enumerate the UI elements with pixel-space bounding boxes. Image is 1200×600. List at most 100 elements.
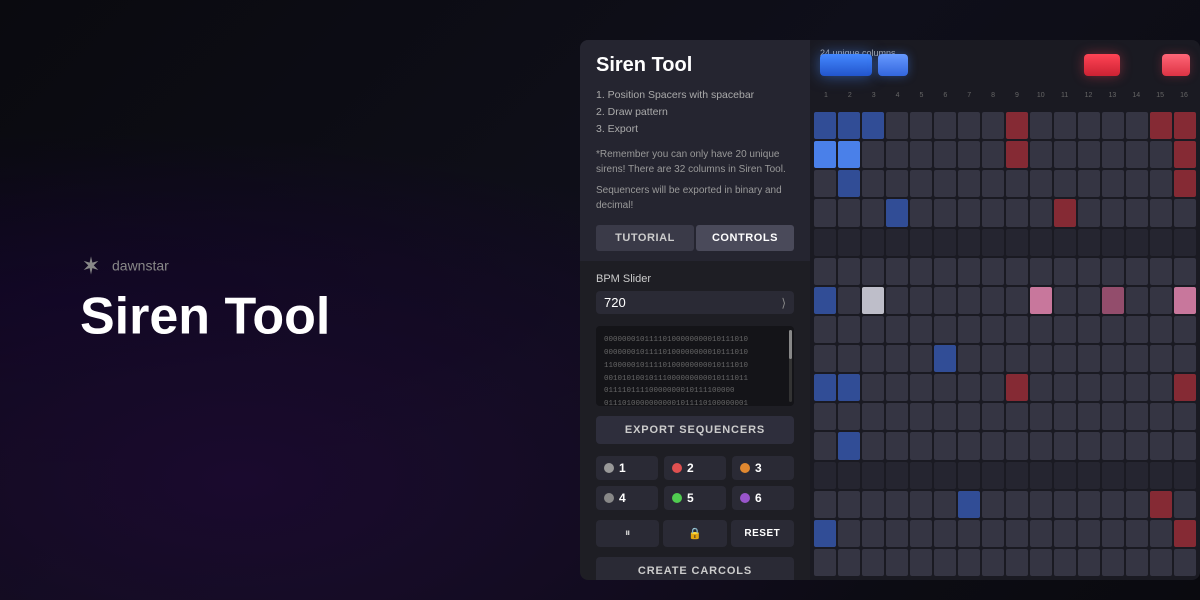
tab-tutorial[interactable]: TUTORIAL: [596, 225, 694, 251]
grid-cell-0-6[interactable]: [958, 112, 980, 139]
grid-cell-5-13[interactable]: [1126, 258, 1148, 285]
grid-cell-13-0[interactable]: [814, 491, 836, 518]
lock-button[interactable]: 🔒: [663, 520, 726, 547]
grid-cell-11-12[interactable]: [1102, 432, 1124, 459]
grid-cell-7-2[interactable]: [862, 316, 884, 343]
grid-cell-14-14[interactable]: [1150, 520, 1172, 547]
grid-cell-3-7[interactable]: [982, 199, 1004, 226]
grid-cell-11-2[interactable]: [862, 432, 884, 459]
grid-cell-1-13[interactable]: [1126, 141, 1148, 168]
grid-cell-12-11[interactable]: [1078, 462, 1100, 489]
grid-cell-7-4[interactable]: [910, 316, 932, 343]
grid-cell-8-11[interactable]: [1078, 345, 1100, 372]
grid-cell-8-6[interactable]: [958, 345, 980, 372]
grid-cell-5-7[interactable]: [982, 258, 1004, 285]
grid-cell-4-4[interactable]: [910, 229, 932, 256]
grid-cell-15-4[interactable]: [910, 549, 932, 576]
grid-cell-13-6[interactable]: [958, 491, 980, 518]
grid-cell-2-9[interactable]: [1030, 170, 1052, 197]
grid-cell-12-14[interactable]: [1150, 462, 1172, 489]
grid-cell-7-3[interactable]: [886, 316, 908, 343]
grid-cell-12-4[interactable]: [910, 462, 932, 489]
grid-cell-0-8[interactable]: [1006, 112, 1028, 139]
channel-button-4[interactable]: 4: [596, 486, 658, 510]
grid-cell-6-8[interactable]: [1006, 287, 1028, 314]
grid-cell-4-7[interactable]: [982, 229, 1004, 256]
grid-cell-12-7[interactable]: [982, 462, 1004, 489]
grid-cell-7-5[interactable]: [934, 316, 956, 343]
grid-cell-9-2[interactable]: [862, 374, 884, 401]
grid-cell-15-6[interactable]: [958, 549, 980, 576]
grid-cell-7-13[interactable]: [1126, 316, 1148, 343]
grid-cell-11-8[interactable]: [1006, 432, 1028, 459]
grid-cell-11-5[interactable]: [934, 432, 956, 459]
grid-cell-9-1[interactable]: [838, 374, 860, 401]
grid-cell-13-11[interactable]: [1078, 491, 1100, 518]
grid-cell-8-14[interactable]: [1150, 345, 1172, 372]
grid-cell-6-5[interactable]: [934, 287, 956, 314]
channel-button-5[interactable]: 5: [664, 486, 726, 510]
grid-cell-7-0[interactable]: [814, 316, 836, 343]
grid-cell-15-5[interactable]: [934, 549, 956, 576]
grid-cell-2-11[interactable]: [1078, 170, 1100, 197]
grid-cell-13-13[interactable]: [1126, 491, 1148, 518]
export-sequencers-button[interactable]: EXPORT SEQUENCERS: [596, 416, 794, 444]
grid-cell-15-3[interactable]: [886, 549, 908, 576]
grid-cell-4-6[interactable]: [958, 229, 980, 256]
grid-cell-9-4[interactable]: [910, 374, 932, 401]
grid-cell-8-8[interactable]: [1006, 345, 1028, 372]
grid-cell-4-1[interactable]: [838, 229, 860, 256]
grid-cell-9-5[interactable]: [934, 374, 956, 401]
grid-cell-7-7[interactable]: [982, 316, 1004, 343]
grid-cell-9-0[interactable]: [814, 374, 836, 401]
grid-cell-4-9[interactable]: [1030, 229, 1052, 256]
grid-cell-13-3[interactable]: [886, 491, 908, 518]
grid-cell-4-10[interactable]: [1054, 229, 1076, 256]
grid-cell-5-14[interactable]: [1150, 258, 1172, 285]
bpm-slider-row[interactable]: 720 ⟩: [596, 291, 794, 314]
grid-cell-1-7[interactable]: [982, 141, 1004, 168]
grid-cell-0-13[interactable]: [1126, 112, 1148, 139]
grid-cell-15-12[interactable]: [1102, 549, 1124, 576]
grid-cell-14-5[interactable]: [934, 520, 956, 547]
grid-cell-2-5[interactable]: [934, 170, 956, 197]
grid-cell-6-14[interactable]: [1150, 287, 1172, 314]
grid-cell-15-14[interactable]: [1150, 549, 1172, 576]
grid-cell-1-15[interactable]: [1174, 141, 1196, 168]
grid-cell-14-7[interactable]: [982, 520, 1004, 547]
grid-cell-10-7[interactable]: [982, 403, 1004, 430]
grid-cell-11-14[interactable]: [1150, 432, 1172, 459]
grid-cell-0-9[interactable]: [1030, 112, 1052, 139]
grid-cell-5-6[interactable]: [958, 258, 980, 285]
grid-cell-14-3[interactable]: [886, 520, 908, 547]
grid-cell-15-2[interactable]: [862, 549, 884, 576]
grid-cell-12-6[interactable]: [958, 462, 980, 489]
grid-cell-1-6[interactable]: [958, 141, 980, 168]
grid-cell-9-14[interactable]: [1150, 374, 1172, 401]
grid-cell-0-12[interactable]: [1102, 112, 1124, 139]
grid-cell-14-1[interactable]: [838, 520, 860, 547]
grid-cell-5-3[interactable]: [886, 258, 908, 285]
grid-cell-9-9[interactable]: [1030, 374, 1052, 401]
grid-cell-4-5[interactable]: [934, 229, 956, 256]
channel-button-1[interactable]: 1: [596, 456, 658, 480]
grid-cell-10-12[interactable]: [1102, 403, 1124, 430]
grid-cell-8-5[interactable]: [934, 345, 956, 372]
grid-cell-10-14[interactable]: [1150, 403, 1172, 430]
grid-cell-2-15[interactable]: [1174, 170, 1196, 197]
grid-cell-3-2[interactable]: [862, 199, 884, 226]
grid-cell-14-11[interactable]: [1078, 520, 1100, 547]
grid-cell-2-12[interactable]: [1102, 170, 1124, 197]
grid-cell-14-2[interactable]: [862, 520, 884, 547]
grid-cell-1-0[interactable]: [814, 141, 836, 168]
grid-cell-12-3[interactable]: [886, 462, 908, 489]
grid-cell-3-3[interactable]: [886, 199, 908, 226]
grid-cell-11-11[interactable]: [1078, 432, 1100, 459]
grid-cell-9-13[interactable]: [1126, 374, 1148, 401]
grid-cell-1-14[interactable]: [1150, 141, 1172, 168]
grid-cell-2-4[interactable]: [910, 170, 932, 197]
grid-cell-1-1[interactable]: [838, 141, 860, 168]
grid-cell-14-9[interactable]: [1030, 520, 1052, 547]
grid-cell-12-2[interactable]: [862, 462, 884, 489]
grid-cell-5-2[interactable]: [862, 258, 884, 285]
